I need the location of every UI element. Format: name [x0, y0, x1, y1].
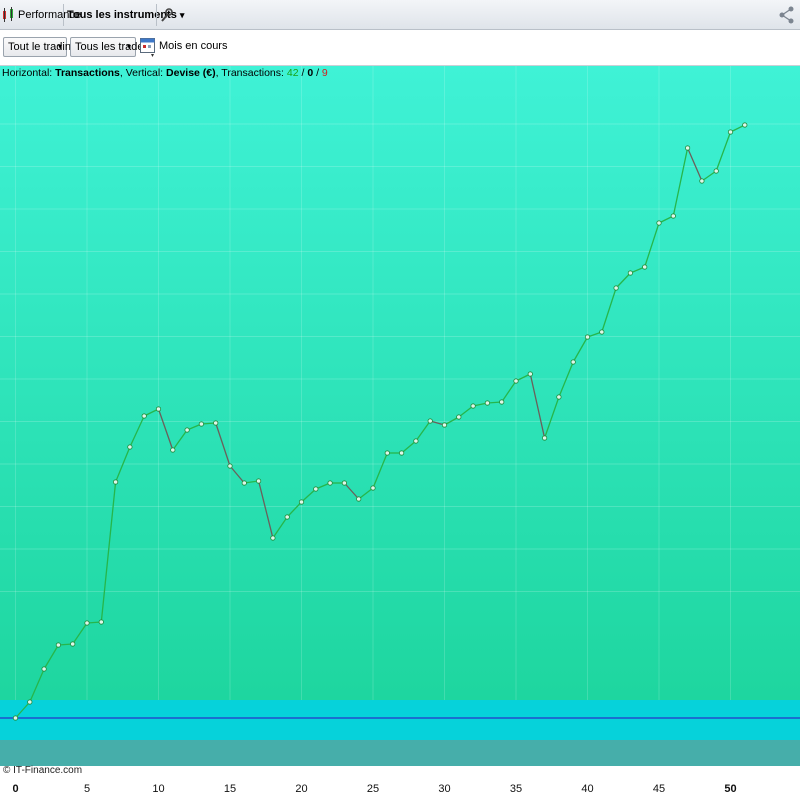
losing-count: 9	[321, 67, 328, 79]
data-point[interactable]	[27, 699, 33, 705]
data-point[interactable]	[184, 427, 190, 433]
x-tick-label: 30	[438, 783, 450, 795]
x-tick-label: 15	[224, 783, 236, 795]
slash: /	[316, 67, 319, 79]
x-axis-ticks: 0 5 10 15 20 25 30 35 40 45 50	[12, 783, 736, 795]
separator	[156, 4, 157, 26]
data-point[interactable]	[341, 480, 347, 486]
data-point[interactable]	[141, 413, 147, 419]
trades-filter-dropdown[interactable]: Tous les trades ▾	[70, 37, 149, 57]
data-point[interactable]	[12, 715, 19, 721]
chart-summary: Horizontal: Transactions, Vertical: Devi…	[2, 67, 328, 79]
data-point[interactable]	[499, 399, 505, 405]
data-point[interactable]	[284, 514, 290, 520]
data-point[interactable]	[613, 285, 619, 291]
x-tick-label: 10	[152, 783, 164, 795]
data-point[interactable]	[213, 420, 219, 426]
data-point[interactable]	[541, 435, 548, 441]
data-point[interactable]	[727, 129, 734, 135]
data-point[interactable]	[627, 270, 634, 276]
plot-background	[0, 66, 800, 700]
data-point[interactable]	[742, 122, 748, 128]
data-point[interactable]	[55, 642, 62, 648]
data-point[interactable]	[198, 421, 204, 427]
data-point[interactable]	[441, 422, 448, 428]
candlestick-icon	[3, 7, 13, 22]
calendar-icon[interactable]	[140, 36, 157, 58]
horizontal-label: Horizontal:	[2, 67, 53, 79]
equity-chart: 0 5 10 15 20 25 30 35 40 45 50	[0, 66, 800, 795]
data-point[interactable]	[699, 178, 705, 184]
data-point[interactable]	[270, 535, 276, 541]
data-point[interactable]	[570, 359, 576, 365]
filter-toolbar: Tout le trading ▾ Tous les trades ▾ Mois…	[0, 30, 800, 66]
wrench-icon[interactable]	[159, 7, 173, 23]
data-point[interactable]	[113, 479, 119, 485]
data-point[interactable]	[127, 444, 133, 450]
data-point[interactable]	[370, 485, 376, 491]
data-point[interactable]	[684, 145, 691, 151]
zero-band	[0, 700, 800, 740]
x-tick-label: 5	[84, 783, 90, 795]
data-point[interactable]	[84, 620, 90, 626]
x-tick-label: 0	[12, 783, 18, 795]
horizontal-value: Transactions	[55, 67, 120, 79]
trading-filter-dropdown[interactable]: Tout le trading ▾	[3, 37, 77, 57]
credit-text: © IT-Finance.com	[3, 765, 83, 776]
data-point[interactable]	[356, 496, 362, 502]
data-point[interactable]	[41, 666, 47, 672]
data-point[interactable]	[398, 450, 405, 456]
period-label[interactable]: Mois en cours	[159, 40, 227, 52]
data-point[interactable]	[70, 641, 76, 647]
data-point[interactable]	[513, 378, 519, 384]
x-tick-label: 20	[295, 783, 307, 795]
data-point[interactable]	[484, 400, 490, 406]
data-point[interactable]	[670, 213, 676, 219]
data-point[interactable]	[656, 220, 662, 226]
data-point[interactable]	[527, 371, 533, 377]
data-point[interactable]	[599, 329, 605, 335]
data-point[interactable]	[98, 619, 104, 625]
data-point[interactable]	[327, 480, 333, 486]
data-point[interactable]	[241, 480, 247, 486]
data-point[interactable]	[413, 438, 419, 444]
x-tick-label: 45	[653, 783, 665, 795]
data-point[interactable]	[642, 264, 648, 270]
neutral-count: 0	[307, 67, 314, 79]
trades-filter-label: Tous les trades	[75, 41, 149, 53]
data-point[interactable]	[155, 406, 162, 412]
data-point[interactable]	[556, 394, 562, 400]
data-point[interactable]	[584, 334, 591, 340]
share-icon[interactable]	[778, 6, 796, 24]
data-point[interactable]	[470, 403, 476, 409]
chevron-down-icon: ▾	[179, 10, 185, 20]
data-point[interactable]	[298, 499, 305, 505]
winning-count: 42	[286, 67, 299, 79]
transactions-label: Transactions:	[221, 67, 284, 79]
x-tick-label: 25	[367, 783, 379, 795]
bottom-band	[0, 740, 800, 766]
data-point[interactable]	[713, 168, 719, 174]
data-point[interactable]	[456, 414, 462, 420]
vertical-value: Devise (€)	[166, 67, 216, 79]
chevron-down-icon: ▾	[126, 42, 131, 51]
data-point[interactable]	[384, 450, 390, 456]
data-point[interactable]	[170, 447, 176, 453]
data-point[interactable]	[427, 418, 433, 424]
x-tick-label: 35	[510, 783, 522, 795]
x-tick-label: 40	[581, 783, 593, 795]
trading-filter-label: Tout le trading	[8, 41, 78, 53]
chevron-down-icon: ▾	[57, 42, 62, 51]
x-tick-label: 50	[724, 783, 736, 795]
slash: /	[301, 67, 305, 79]
vertical-label: Vertical:	[125, 67, 164, 79]
data-point[interactable]	[255, 478, 262, 484]
separator	[63, 4, 64, 26]
title-bar: Performance Tous les instruments ▾	[0, 0, 800, 30]
data-point[interactable]	[313, 486, 319, 492]
data-point[interactable]	[227, 463, 233, 469]
